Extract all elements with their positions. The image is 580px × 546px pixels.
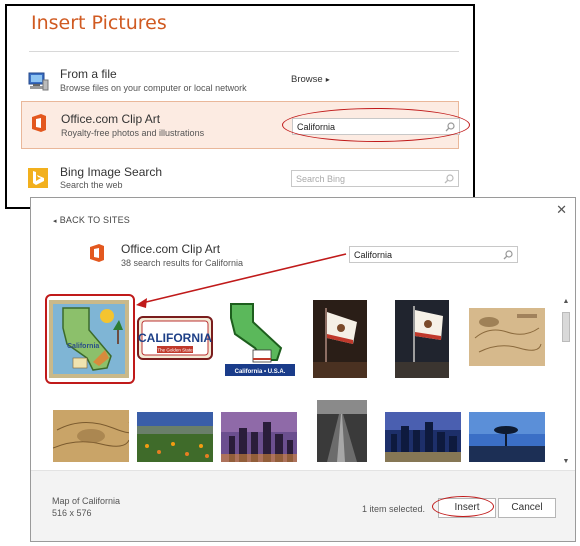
- from-file-subtitle: Browse files on your computer or local n…: [60, 83, 247, 93]
- back-to-sites-label: BACK TO SITES: [59, 215, 131, 225]
- plate-text: CALIFORNIA: [138, 331, 212, 345]
- clipart-search-value: California: [297, 122, 336, 132]
- office-logo-icon: [32, 114, 46, 132]
- thumbnail-poppy-field[interactable]: [137, 412, 213, 462]
- thumbnail-california-flag-2[interactable]: [395, 300, 449, 378]
- clipart-row[interactable]: Office.com Clip Art Royalty-free photos …: [21, 101, 460, 149]
- source-title: Office.com Clip Art: [121, 242, 221, 256]
- insert-pictures-panel: Insert Pictures From a file Browse files…: [5, 4, 475, 209]
- clipart-title: Office.com Clip Art: [61, 112, 161, 126]
- scroll-thumb[interactable]: [562, 312, 570, 342]
- office-logo-icon: [90, 244, 104, 262]
- selected-caption-size: 516 x 576: [52, 508, 92, 518]
- clipart-results-dialog: ✕ ◂ BACK TO SITES Office.com Clip Art 38 …: [30, 197, 576, 542]
- selected-caption-title: Map of California: [52, 496, 121, 506]
- close-icon[interactable]: ✕: [556, 202, 567, 218]
- search-icon[interactable]: [502, 249, 514, 261]
- back-to-sites-link[interactable]: ◂ BACK TO SITES: [53, 215, 130, 225]
- bing-logo-icon: [28, 168, 48, 188]
- thumbnail-california-usa-map[interactable]: California • U.S.A.: [223, 300, 297, 378]
- selection-status: 1 item selected.: [362, 504, 426, 514]
- cancel-button[interactable]: Cancel: [498, 498, 556, 518]
- scroll-up-icon[interactable]: ▲: [561, 298, 571, 308]
- insert-button[interactable]: Insert: [438, 498, 496, 518]
- bing-subtitle: Search the web: [60, 180, 123, 190]
- plate-subtext: The Golden State: [157, 348, 193, 353]
- divider: [29, 51, 459, 52]
- computer-icon: [28, 72, 49, 91]
- bing-search-input[interactable]: Search Bing: [291, 170, 459, 187]
- chevron-right-icon: ▸: [325, 75, 330, 84]
- result-summary: 38 search results for California: [121, 258, 244, 268]
- bing-title: Bing Image Search: [60, 165, 163, 179]
- panel-title: Insert Pictures: [31, 12, 167, 34]
- results-search-input[interactable]: California: [349, 246, 518, 263]
- search-icon[interactable]: [443, 173, 455, 185]
- thumbnail-city-skyline-dusk[interactable]: [221, 412, 297, 462]
- from-file-title: From a file: [60, 67, 117, 81]
- usa-map-caption: California • U.S.A.: [235, 369, 286, 375]
- clipart-subtitle: Royalty-free photos and illustrations: [61, 128, 205, 138]
- scroll-down-icon[interactable]: ▼: [561, 458, 571, 468]
- browse-link[interactable]: Browse ▸: [291, 74, 330, 85]
- vertical-scrollbar[interactable]: ▲ ▼: [561, 298, 571, 468]
- chevron-left-icon: ◂: [53, 218, 57, 225]
- thumbnail-old-map-1[interactable]: [469, 308, 545, 366]
- browse-label: Browse: [291, 74, 323, 85]
- thumbnail-lone-tree-sunset[interactable]: [469, 412, 545, 462]
- thumbnail-sunbeams-bw[interactable]: [317, 400, 367, 462]
- bing-search-placeholder: Search Bing: [296, 174, 346, 184]
- search-icon[interactable]: [444, 121, 456, 133]
- thumbnail-california-license-plate[interactable]: CALIFORNIA The Golden State: [137, 316, 213, 360]
- dialog-footer: Map of California 516 x 576 1 item selec…: [31, 470, 575, 541]
- selected-thumbnail-frame: [45, 294, 135, 384]
- thumbnail-california-flag-1[interactable]: [313, 300, 367, 378]
- clipart-search-input[interactable]: California: [292, 118, 460, 135]
- thumbnail-old-map-2[interactable]: [53, 410, 129, 462]
- thumbnail-city-lights-night[interactable]: [385, 412, 461, 462]
- results-search-value: California: [354, 250, 393, 260]
